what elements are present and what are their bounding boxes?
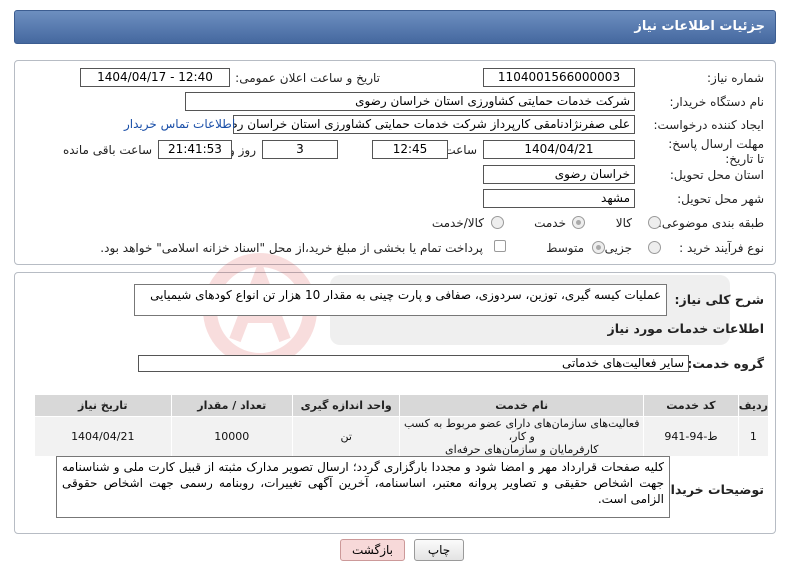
treasury-checkbox[interactable] — [494, 240, 506, 252]
process-option-minor: جزیی — [604, 241, 632, 255]
days-label: روز و — [229, 143, 256, 157]
table-header-row: ردیف کد خدمت نام خدمت واحد اندازه گیری ت… — [34, 394, 770, 417]
col-unit: واحد اندازه گیری — [291, 394, 401, 417]
payment-note: پرداخت تمام یا بخشی از مبلغ خرید،از محل … — [100, 241, 483, 255]
deadline-date-field[interactable]: 1404/04/21 — [483, 140, 635, 159]
province-label: استان محل تحویل: — [669, 168, 764, 182]
category-label: طبقه بندی موضوعی: — [657, 216, 764, 230]
cell-qty: 10000 — [170, 416, 293, 457]
need-number-label: شماره نیاز: — [707, 71, 764, 85]
process-radio-minor[interactable] — [648, 241, 661, 254]
deadline-label: مهلت ارسال پاسخ: تا تاریخ: — [668, 137, 764, 166]
remaining-time-field[interactable]: 21:41:53 — [158, 140, 232, 159]
services-section-title: اطلاعات خدمات مورد نیاز — [607, 321, 765, 336]
cell-code: ط-94-941 — [643, 416, 739, 457]
creator-field[interactable]: علی صفرنژادنامقی کارپرداز شرکت خدمات حما… — [233, 115, 635, 134]
cell-row: 1 — [737, 416, 770, 457]
city-field[interactable]: مشهد — [483, 189, 635, 208]
back-button[interactable]: بازگشت — [340, 539, 405, 561]
col-qty: تعداد / مقدار — [170, 394, 293, 417]
col-code: کد خدمت — [643, 394, 739, 417]
deadline-time-field[interactable]: 12:45 — [372, 140, 448, 159]
buyer-notes-textarea[interactable]: کلیه صفحات قرارداد مهر و امضا شود و مجدد… — [56, 456, 670, 518]
page-header: جزئیات اطلاعات نیاز — [14, 10, 776, 44]
description-textarea[interactable]: عملیات کیسه گیری، توزین، سردوزی، صفافی و… — [134, 284, 667, 316]
category-option-both: کالا/خدمت — [431, 216, 484, 230]
cell-name-line2: کارفرمایان و سازمان‌های حرفه‌ای — [445, 443, 599, 456]
province-field[interactable]: خراسان رضوی — [483, 165, 635, 184]
city-label: شهر محل تحویل: — [677, 192, 764, 206]
cell-name: فعالیت‌های سازمان‌های دارای عضو مربوط به… — [399, 416, 645, 457]
page-title: جزئیات اطلاعات نیاز — [634, 19, 765, 34]
process-radio-medium[interactable] — [592, 241, 605, 254]
cell-name-line1: فعالیت‌های سازمان‌های دارای عضو مربوط به… — [403, 417, 640, 443]
services-table: ردیف کد خدمت نام خدمت واحد اندازه گیری ت… — [34, 394, 770, 457]
service-group-label: گروه خدمت: — [687, 356, 764, 371]
need-number-field[interactable]: 1104001566000003 — [483, 68, 635, 87]
description-label: شرح کلی نیاز: — [674, 292, 764, 307]
process-label: نوع فرآیند خرید : — [679, 241, 764, 255]
col-date: تاریخ نیاز — [34, 394, 172, 417]
remaining-label: ساعت باقی مانده — [62, 143, 152, 157]
need-info-panel — [14, 60, 776, 265]
category-radio-service[interactable] — [572, 216, 585, 229]
category-option-service: خدمت — [534, 216, 566, 230]
creator-label: ایجاد کننده درخواست: — [653, 118, 764, 132]
buyer-contact-link[interactable]: اطلاعات تماس خریدار — [124, 117, 235, 131]
cell-unit: تن — [291, 416, 401, 457]
print-button[interactable]: چاپ — [414, 539, 464, 561]
category-radio-both[interactable] — [491, 216, 504, 229]
process-option-medium: متوسط — [546, 241, 584, 255]
buyer-notes-label: توضیحات خریدار: — [658, 482, 764, 497]
announce-field[interactable]: 1404/04/17 - 12:40 — [80, 68, 230, 87]
table-row: 1 ط-94-941 فعالیت‌های سازمان‌های دارای ع… — [34, 416, 770, 457]
cell-date: 1404/04/21 — [34, 416, 172, 457]
col-name: نام خدمت — [399, 394, 645, 417]
category-option-goods: کالا — [615, 216, 632, 230]
col-row: ردیف — [737, 394, 770, 417]
days-remaining-field[interactable]: 3 — [262, 140, 338, 159]
service-group-field[interactable]: سایر فعالیت‌های خدماتی — [138, 355, 689, 372]
buyer-org-field[interactable]: شرکت خدمات حمایتی کشاورزی استان خراسان ر… — [185, 92, 635, 111]
deadline-time-label: ساعت — [444, 143, 477, 157]
category-radio-goods[interactable] — [648, 216, 661, 229]
buyer-org-label: نام دستگاه خریدار: — [669, 95, 765, 109]
announce-label: تاریخ و ساعت اعلان عمومی: — [235, 71, 380, 85]
